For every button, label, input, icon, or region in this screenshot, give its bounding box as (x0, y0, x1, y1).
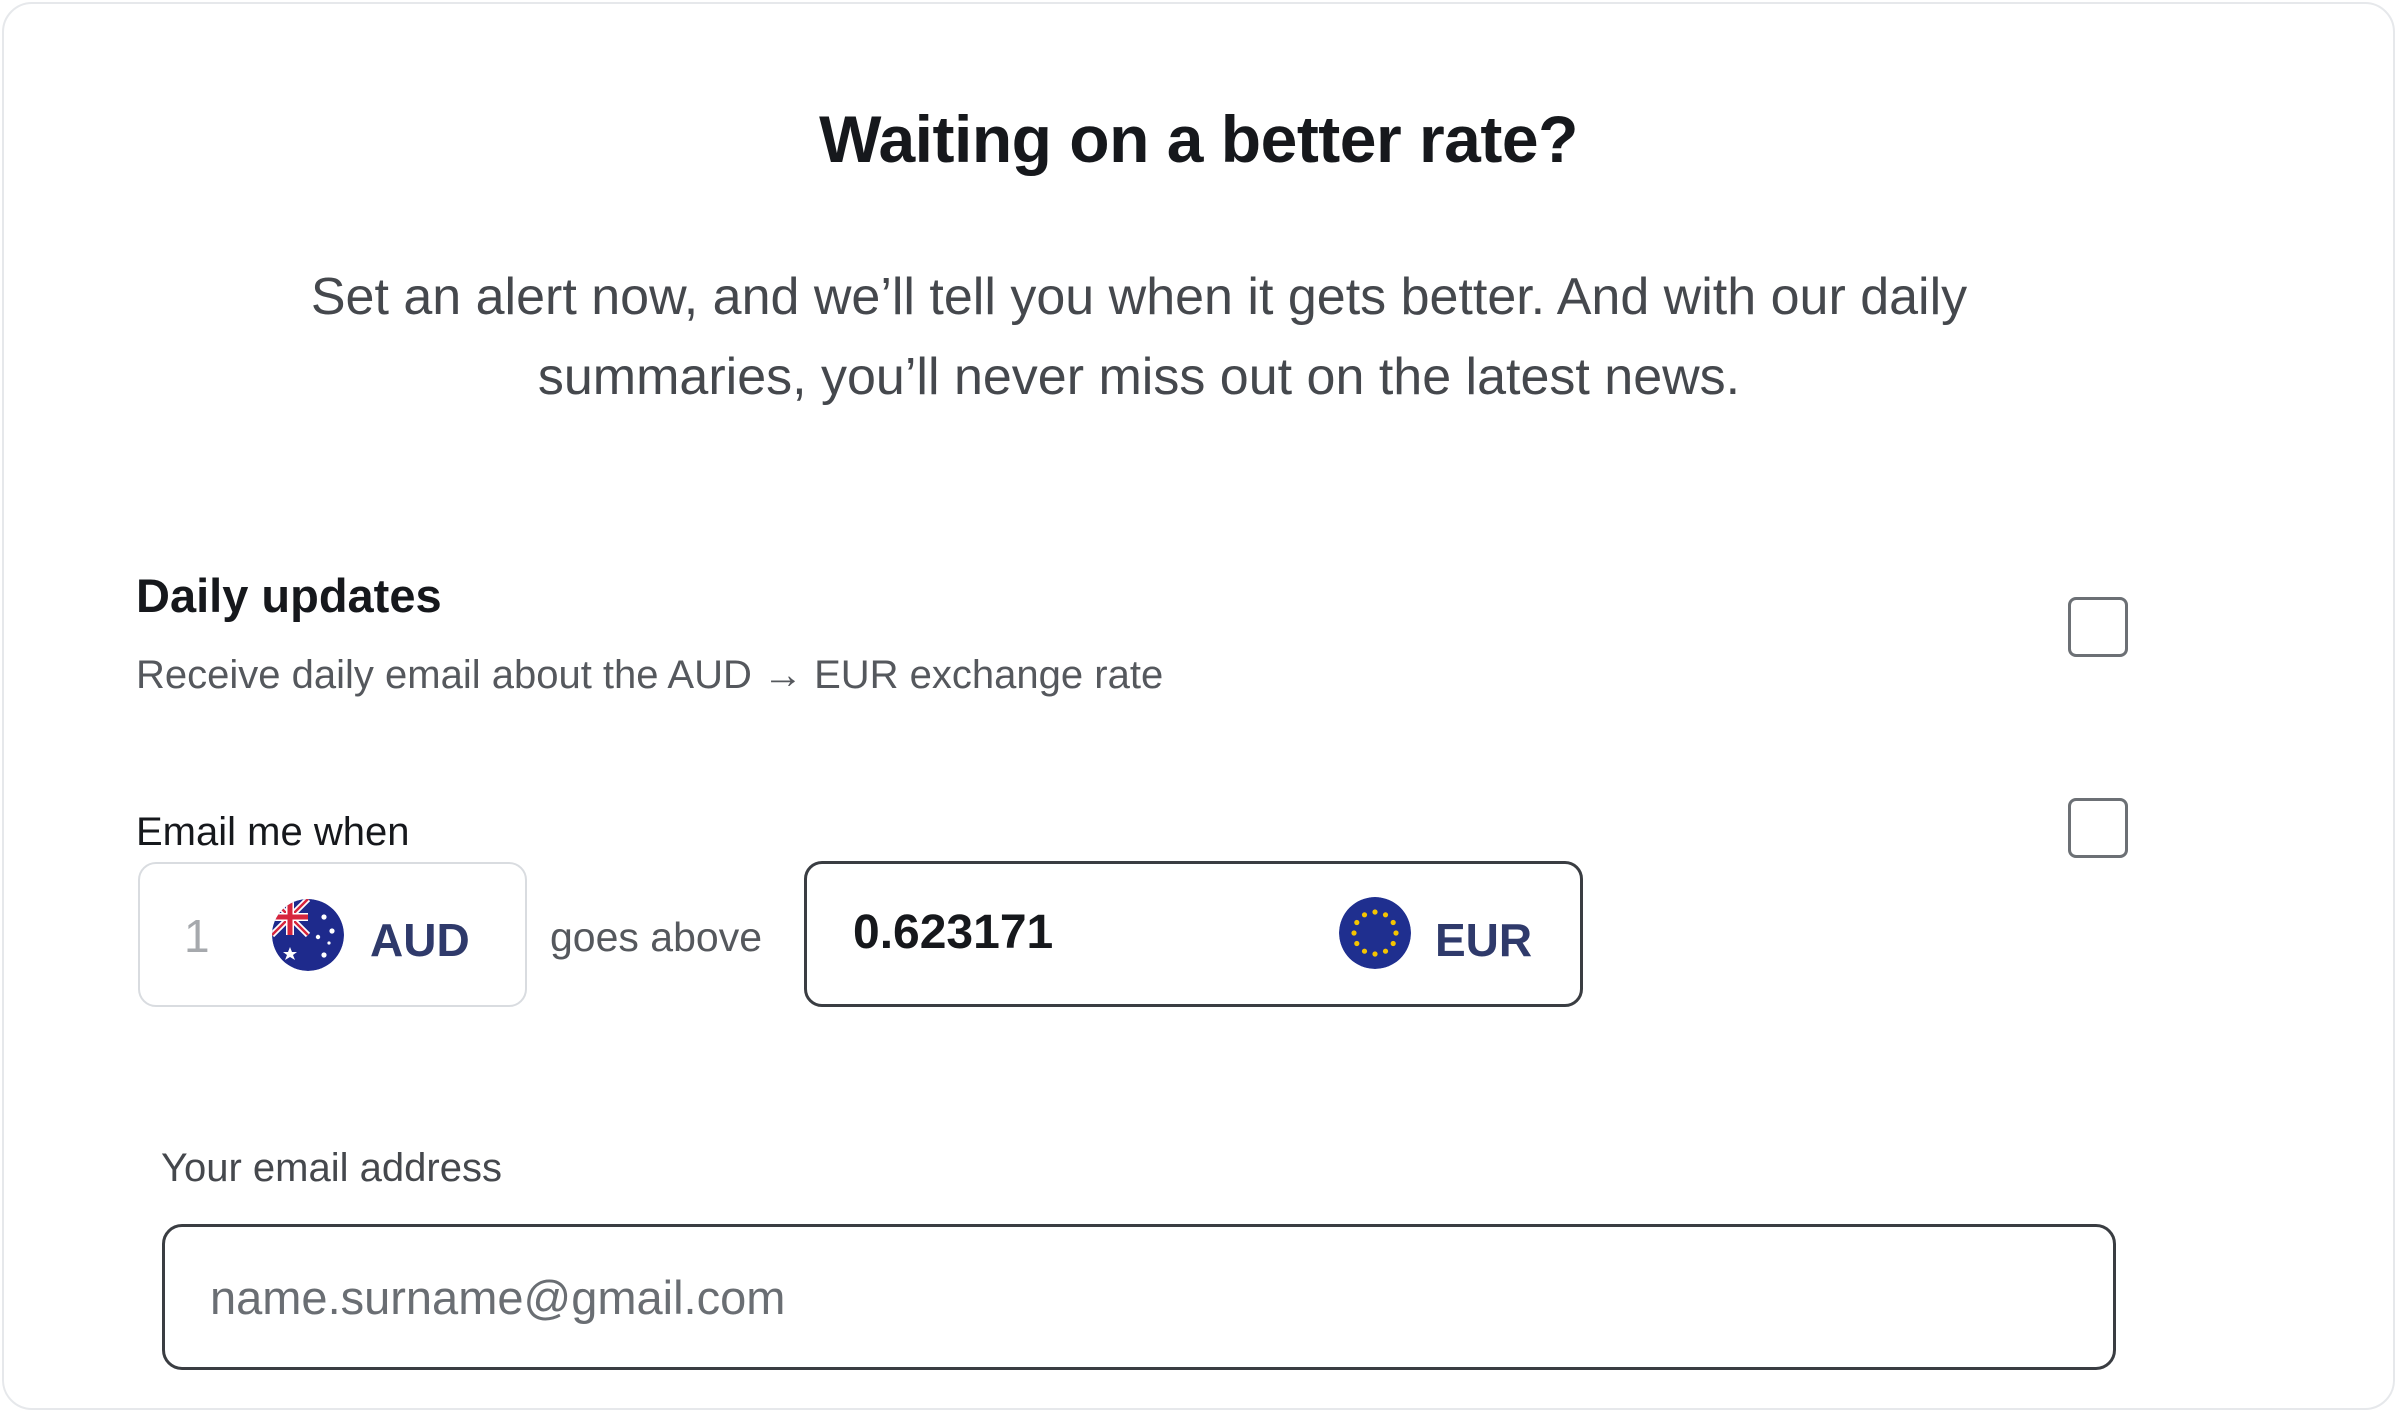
daily-updates-checkbox[interactable] (2068, 597, 2128, 657)
condition-text: goes above (550, 914, 763, 960)
from-currency-box[interactable]: 1 AUD (138, 862, 527, 1007)
australia-flag-icon (272, 899, 344, 971)
email-label: Your email address (161, 1146, 502, 1190)
email-input[interactable] (162, 1224, 2116, 1370)
rate-alert-card: Waiting on a better rate? Set an alert n… (2, 2, 2395, 1410)
email-me-when-label: Email me when (136, 810, 410, 854)
eu-flag-icon (1339, 897, 1411, 969)
page-subtitle: Set an alert now, and we’ll tell you whe… (310, 268, 1968, 406)
target-rate-input[interactable] (853, 900, 1273, 964)
to-currency-code: EUR (1435, 914, 1533, 966)
daily-updates-title: Daily updates (136, 569, 442, 622)
rate-alert-checkbox[interactable] (2068, 798, 2128, 858)
from-currency-code: AUD (370, 914, 470, 966)
from-amount: 1 (184, 910, 210, 962)
daily-updates-description: Receive daily email about the AUD → EUR … (136, 653, 1164, 697)
page-title: Waiting on a better rate? (819, 102, 1578, 176)
target-rate-box[interactable]: EUR (804, 861, 1583, 1007)
